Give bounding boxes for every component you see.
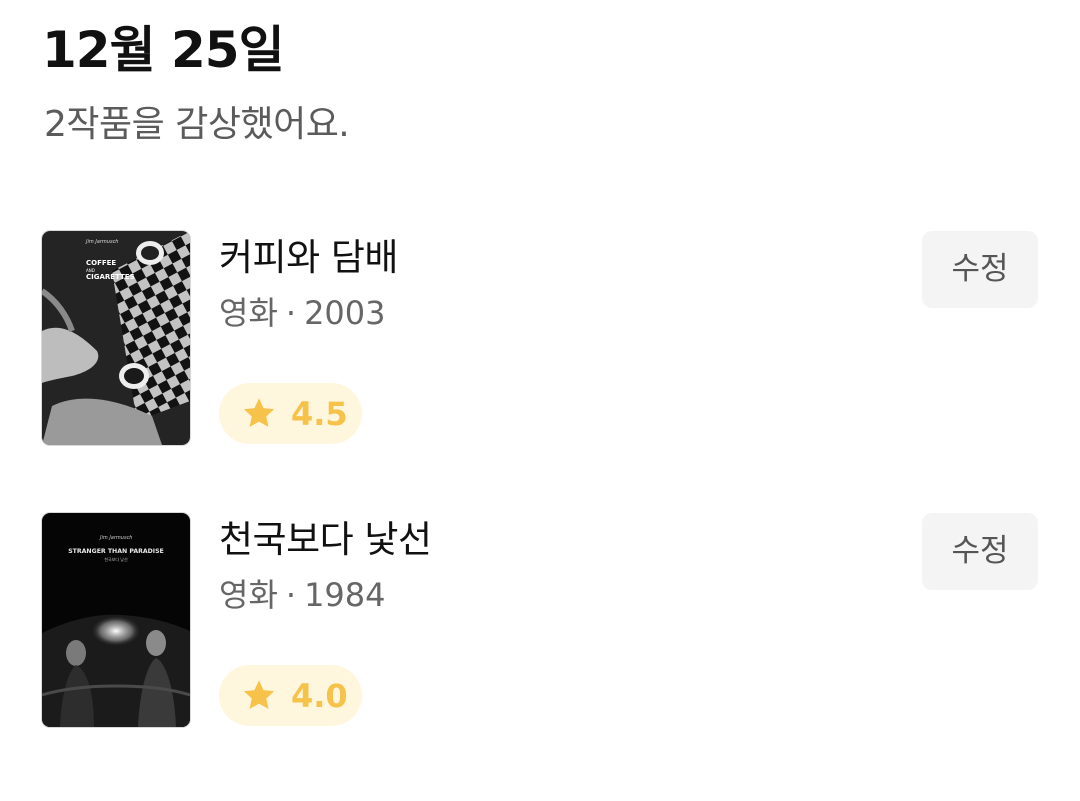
edit-button[interactable]: 수정 [922,513,1038,590]
rating-badge: 4.5 [219,383,362,444]
poster-title: STRANGER THAN PARADISE [68,548,164,555]
star-icon [243,398,275,427]
poster-signature: Jim Jarmusch [85,239,118,245]
separator-dot: · [285,294,297,332]
poster-subtitle: 천국보다 낯선 [104,556,128,562]
poster-stranger-than-paradise: Jim Jarmusch STRANGER THAN PARADISE 천국보다… [42,513,190,727]
poster-title-line3: CIGARETTES [86,273,135,281]
poster-title-line1: COFFEE [86,259,116,267]
date-title: 12월 25일 [42,21,285,79]
list-item[interactable]: Jim Jarmusch STRANGER THAN PARADISE 천국보다… [0,513,1080,727]
separator-dot: · [285,576,297,614]
list-item[interactable]: Jim Jarmusch COFFEE AND CIGARETTES 커피와 담… [0,231,1080,445]
edit-button[interactable]: 수정 [922,231,1038,308]
item-category: 영화 [219,576,278,614]
star-icon [243,680,275,709]
rating-badge: 4.0 [219,665,362,726]
item-meta: 영화 · 1984 [219,572,386,618]
rating-value: 4.0 [291,677,348,715]
item-title: 커피와 담배 [219,236,398,279]
watch-history-page: 12월 25일 2작품을 감상했어요. Jim Jarmusch COFFEE … [0,0,1080,801]
item-year: 2003 [304,294,386,332]
poster-image[interactable]: Jim Jarmusch COFFEE AND CIGARETTES [42,231,190,445]
item-year: 1984 [304,576,386,614]
poster-coffee-and-cigarettes: Jim Jarmusch COFFEE AND CIGARETTES [42,231,190,445]
poster-signature: Jim Jarmusch [99,535,132,541]
item-category: 영화 [219,294,278,332]
watch-summary: 2작품을 감상했어요. [44,104,350,145]
item-meta: 영화 · 2003 [219,290,386,336]
poster-image[interactable]: Jim Jarmusch STRANGER THAN PARADISE 천국보다… [42,513,190,727]
item-title: 천국보다 낯선 [219,518,432,561]
rating-value: 4.5 [291,395,348,433]
